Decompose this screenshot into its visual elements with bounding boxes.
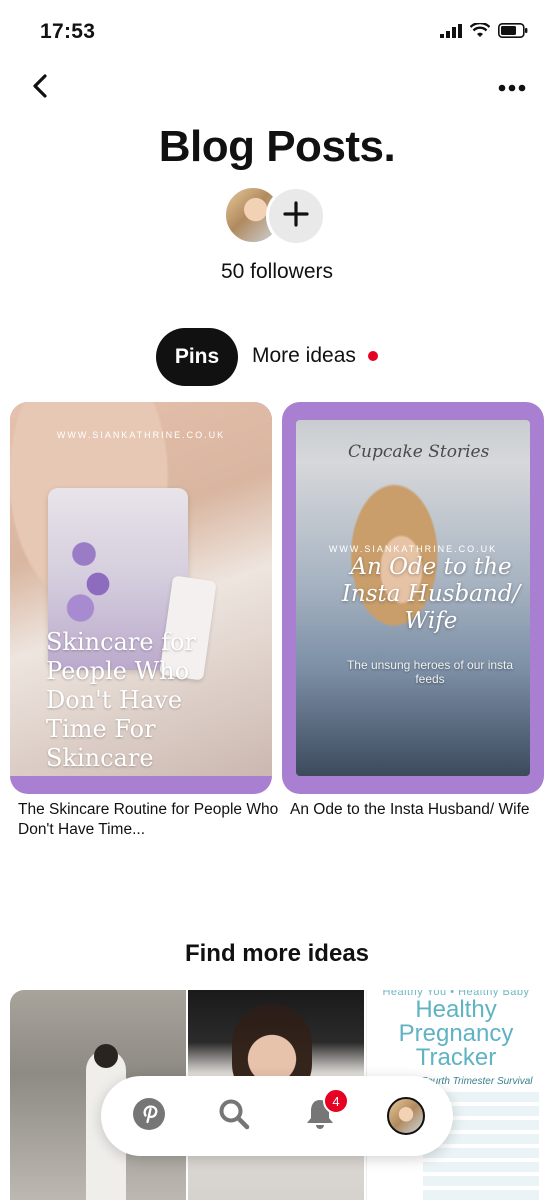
search-icon	[217, 1097, 251, 1136]
back-button[interactable]	[24, 72, 56, 104]
bottom-navigation: 4	[101, 1076, 453, 1156]
pin-overlay-text: An Ode to the Insta Husband/ Wife	[341, 554, 521, 634]
profile-icon	[387, 1097, 425, 1135]
pin-title[interactable]: The Skincare Routine for People Who Don'…	[18, 800, 280, 840]
cafe-sign-text: Cupcake Stories	[348, 442, 490, 462]
pin-card[interactable]: WWW.SIANKATHRINE.CO.UK Skincare for Peop…	[10, 402, 272, 794]
pin-overlay-text: Skincare for People Who Don't Have Time …	[46, 628, 196, 772]
notification-badge: 4	[323, 1088, 349, 1114]
tab-pins[interactable]: Pins	[156, 328, 238, 386]
chevron-left-icon	[32, 73, 48, 103]
person-head	[94, 1044, 118, 1068]
pin-overlay-subtext: The unsung heroes of our insta feeds	[346, 658, 514, 686]
home-icon	[132, 1097, 166, 1136]
signal-icon	[440, 23, 462, 43]
pin-image: WWW.SIANKATHRINE.CO.UK Skincare for Peop…	[10, 402, 272, 776]
collaborators	[224, 186, 328, 246]
battery-icon	[498, 23, 528, 43]
ellipsis-icon	[498, 79, 526, 97]
pin-card[interactable]: Cupcake Stories WWW.SIANKATHRINE.CO.UK A…	[282, 402, 544, 794]
pin-image: Cupcake Stories WWW.SIANKATHRINE.CO.UK A…	[296, 420, 530, 776]
nav-profile[interactable]	[386, 1096, 426, 1136]
find-more-heading: Find more ideas	[184, 940, 370, 967]
nav-home[interactable]	[129, 1096, 169, 1136]
nav-search[interactable]	[214, 1096, 254, 1136]
status-icons	[440, 21, 528, 44]
pin-watermark: WWW.SIANKATHRINE.CO.UK	[328, 544, 498, 554]
wifi-icon	[469, 21, 491, 43]
status-time: 17:53	[40, 20, 96, 43]
new-ideas-indicator	[368, 351, 378, 361]
idea-title: Healthy Pregnancy Tracker	[398, 996, 514, 1071]
pin-watermark: WWW.SIANKATHRINE.CO.UK	[56, 430, 226, 440]
pin-title[interactable]: An Ode to the Insta Husband/ Wife	[290, 800, 552, 820]
followers-count[interactable]: 50 followers	[0, 260, 554, 284]
add-collaborator-button[interactable]	[266, 186, 326, 246]
board-title: Blog Posts.	[158, 122, 396, 171]
more-options-button[interactable]	[492, 72, 532, 104]
tab-more-ideas[interactable]: More ideas	[252, 344, 356, 368]
plus-icon	[283, 200, 309, 232]
